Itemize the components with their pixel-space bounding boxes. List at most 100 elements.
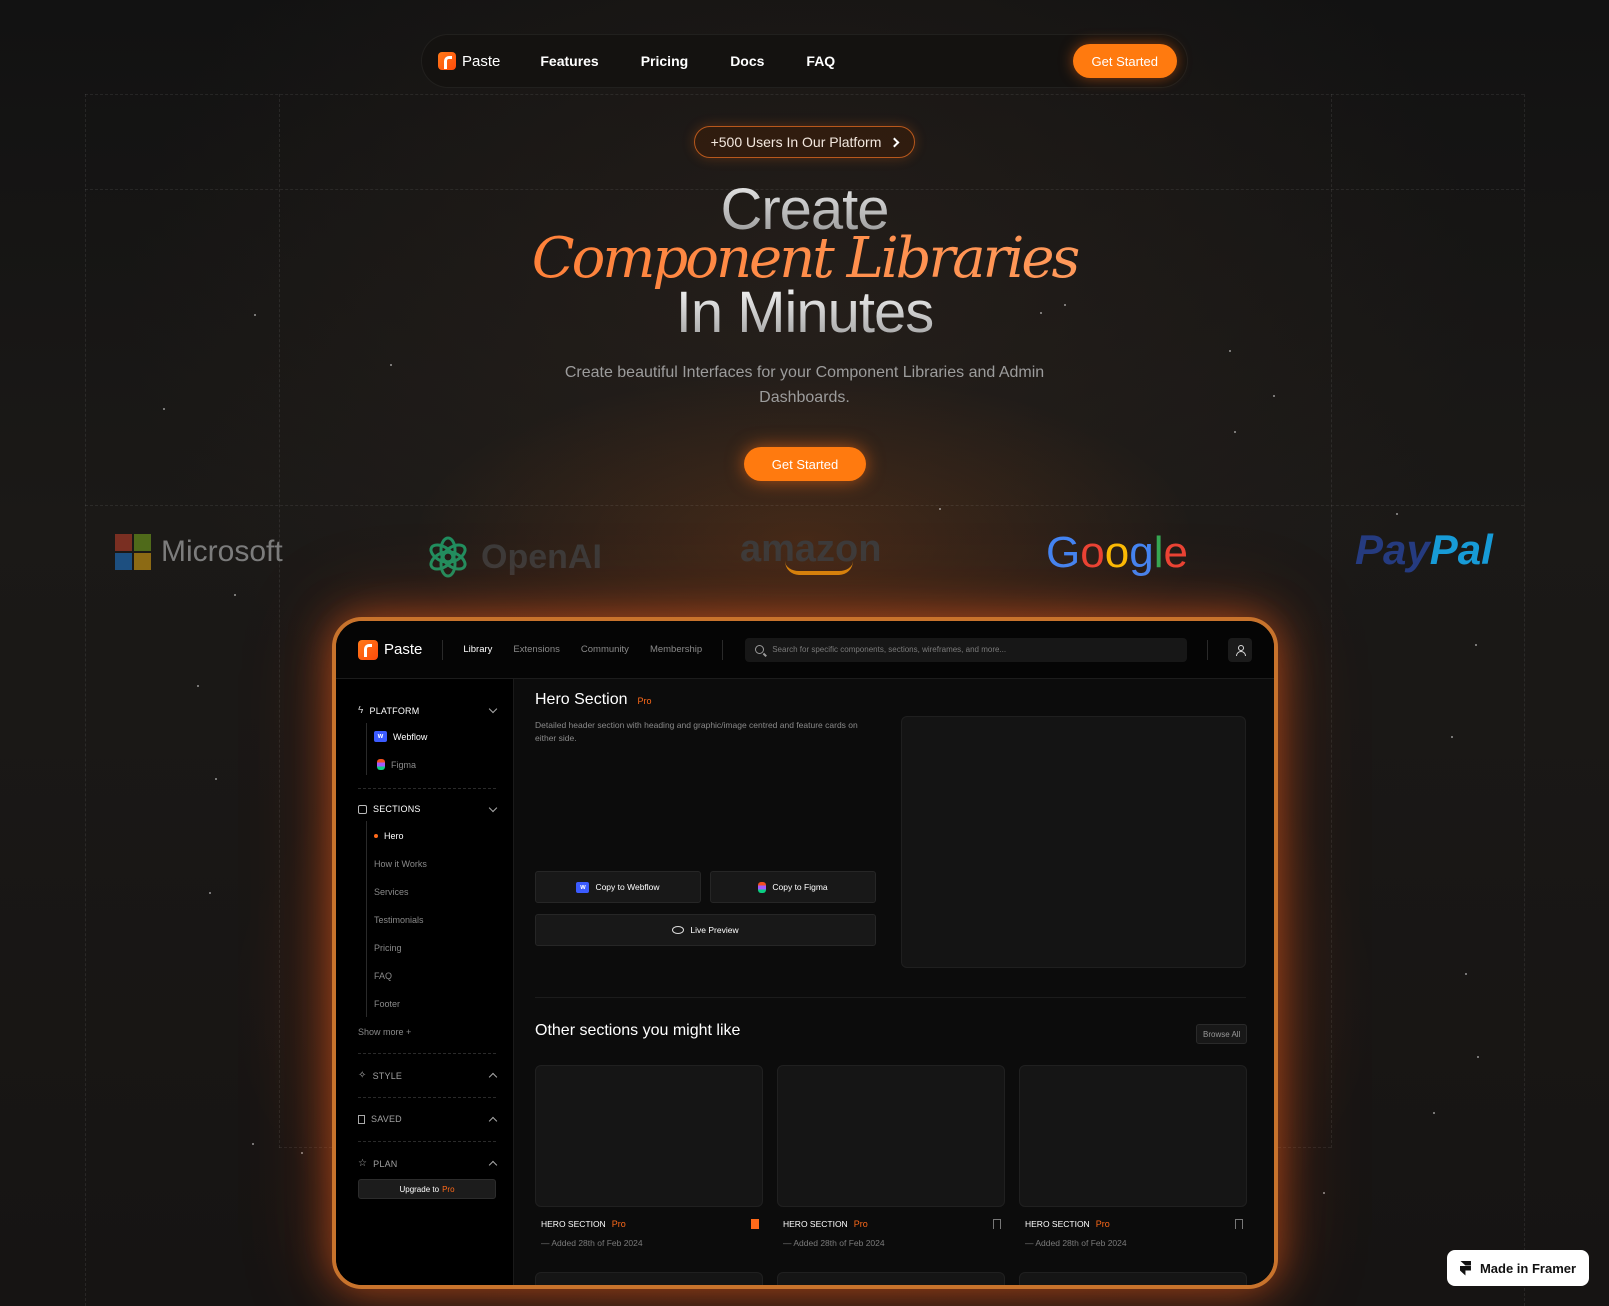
star: [1451, 736, 1453, 738]
card-label: HERO SECTION: [1025, 1219, 1090, 1229]
sidebar-section-saved[interactable]: SAVED: [358, 1114, 498, 1125]
sidebar-item-services[interactable]: Services: [374, 887, 409, 897]
nav-get-started-button[interactable]: Get Started: [1072, 44, 1177, 78]
sidebar-item-figma[interactable]: Figma: [377, 759, 416, 770]
users-badge[interactable]: +500 Users In Our Platform: [694, 126, 915, 158]
framer-icon: [1460, 1261, 1471, 1276]
sidebar-heading: PLATFORM: [369, 705, 420, 716]
bolt-icon: ϟ: [358, 705, 364, 716]
grid-icon: [358, 804, 367, 814]
card-meta: HERO SECTION Pro: [777, 1219, 1005, 1229]
sidebar-section-sections[interactable]: SECTIONS: [358, 803, 498, 814]
google-letter: G: [1046, 528, 1081, 577]
sidebar-item-label: Pricing: [374, 943, 402, 953]
pro-badge: Pro: [853, 1219, 868, 1229]
sidebar-section-platform[interactable]: ϟ PLATFORM: [358, 704, 498, 716]
sidebar-item-pricing[interactable]: Pricing: [374, 943, 402, 953]
sidebar-item-faq[interactable]: FAQ: [374, 971, 392, 981]
sidebar-item-testimonials[interactable]: Testimonials: [374, 915, 424, 925]
openai-knot-icon: [429, 536, 467, 578]
amazon-logo: amazon: [740, 528, 881, 575]
sidebar-item-webflow[interactable]: w Webflow: [374, 731, 427, 742]
chevron-up-icon: [488, 1116, 498, 1125]
sidebar-heading: SECTIONS: [373, 804, 421, 814]
app-nav-membership[interactable]: Membership: [650, 644, 702, 655]
app-brand-logo[interactable]: Paste: [358, 639, 423, 660]
microsoft-squares-icon: [115, 534, 151, 570]
eye-icon: [672, 926, 685, 934]
card-thumbnail: [777, 1065, 1005, 1207]
sidebar-heading: STYLE: [372, 1070, 403, 1081]
nav-link-features[interactable]: Features: [540, 53, 598, 69]
chevron-right-icon: [889, 137, 900, 147]
divider: [442, 639, 444, 660]
made-in-framer-badge[interactable]: Made in Framer: [1447, 1250, 1589, 1286]
bookmark-icon[interactable]: [993, 1219, 1001, 1229]
upgrade-button[interactable]: Upgrade to Pro: [358, 1179, 496, 1199]
figma-icon: [758, 881, 767, 893]
copy-to-webflow-button[interactable]: w Copy to Webflow: [535, 871, 701, 903]
show-more-link[interactable]: Show more +: [358, 1027, 411, 1037]
grid-line: [85, 505, 1524, 506]
section-card[interactable]: [535, 1272, 763, 1285]
card-meta: HERO SECTION Pro: [535, 1219, 763, 1229]
google-letter: g: [1129, 528, 1154, 577]
paypal-wordmark-pay: Pay: [1355, 526, 1430, 573]
nav-link-pricing[interactable]: Pricing: [641, 53, 688, 69]
pro-badge: Pro: [1095, 1219, 1110, 1229]
app-brand-name: Paste: [384, 641, 423, 658]
star: [209, 892, 211, 894]
star: [390, 364, 392, 366]
section-description: Detailed header section with heading and…: [535, 720, 858, 743]
card-date: — Added 28th of Feb 2024: [541, 1238, 643, 1248]
bookmark-icon[interactable]: [751, 1219, 759, 1229]
user-account-button[interactable]: [1228, 637, 1252, 662]
sidebar-item-hero[interactable]: Hero: [374, 831, 404, 841]
section-card[interactable]: [777, 1272, 1005, 1285]
live-preview-button[interactable]: Live Preview: [535, 914, 876, 946]
nav-link-faq[interactable]: FAQ: [806, 53, 835, 69]
section-card[interactable]: HERO SECTION Pro — Added 28th of Feb 202…: [1019, 1065, 1247, 1248]
star: [215, 778, 217, 780]
section-title: Hero Section: [535, 691, 628, 708]
star: [1229, 350, 1231, 352]
star: [1273, 395, 1275, 397]
chevron-up-icon: [488, 1160, 498, 1170]
framer-badge-label: Made in Framer: [1479, 1260, 1577, 1276]
sidebar-section-style[interactable]: ✧ STYLE: [358, 1070, 498, 1082]
sidebar-item-label: Hero: [384, 831, 404, 841]
browse-all-button[interactable]: Browse All: [1196, 1024, 1248, 1044]
sidebar-item-footer[interactable]: Footer: [374, 999, 400, 1009]
star: [1433, 1112, 1435, 1114]
pro-badge: Pro: [442, 1184, 455, 1194]
card-date: — Added 28th of Feb 2024: [1025, 1238, 1127, 1248]
star: [1396, 513, 1398, 515]
sidebar-item-label: FAQ: [374, 971, 393, 981]
sidebar-rail: [366, 821, 367, 1017]
app-preview-frame: Paste Library Extensions Community Membe…: [332, 617, 1278, 1289]
google-letter: e: [1163, 528, 1188, 577]
search-input[interactable]: Search for specific components, sections…: [745, 637, 1188, 662]
sidebar-item-label: Webflow: [393, 731, 428, 742]
nav-links: Features Pricing Docs FAQ: [540, 53, 835, 69]
hero-get-started-button[interactable]: Get Started: [744, 447, 866, 481]
sidebar-item-how-it-works[interactable]: How it Works: [374, 859, 427, 869]
nav-link-docs[interactable]: Docs: [730, 53, 764, 69]
sidebar-divider: [358, 1141, 496, 1142]
chevron-down-icon: [488, 704, 498, 714]
app-nav-library[interactable]: Library: [463, 644, 492, 655]
app-nav-extensions[interactable]: Extensions: [513, 644, 559, 655]
section-card[interactable]: HERO SECTION Pro — Added 28th of Feb 202…: [535, 1065, 763, 1248]
sidebar-section-plan[interactable]: ☆ PLAN: [358, 1158, 498, 1170]
app-nav-community[interactable]: Community: [581, 644, 629, 655]
brand-logo[interactable]: Paste: [438, 52, 500, 70]
sidebar-heading: SAVED: [371, 1114, 402, 1124]
section-card[interactable]: [1019, 1272, 1247, 1285]
sidebar-item-label: Services: [374, 887, 409, 897]
paypal-wordmark-pal: Pal: [1429, 526, 1493, 573]
star: [1465, 973, 1467, 975]
bookmark-icon[interactable]: [1235, 1219, 1243, 1229]
section-card[interactable]: HERO SECTION Pro — Added 28th of Feb 202…: [777, 1065, 1005, 1248]
copy-to-figma-button[interactable]: Copy to Figma: [710, 871, 876, 903]
pro-badge: Pro: [637, 696, 652, 706]
